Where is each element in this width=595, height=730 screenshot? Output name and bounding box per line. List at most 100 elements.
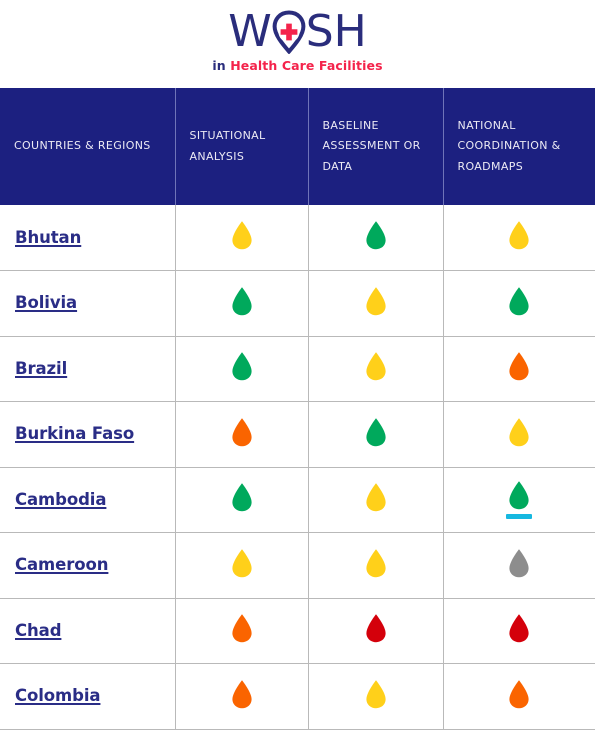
country-link[interactable]: Colombia: [15, 686, 101, 705]
status-cell-baseline-assessment[interactable]: [308, 598, 444, 664]
status-cell-national-coordination[interactable]: [443, 401, 595, 468]
status-indicator: [231, 482, 253, 512]
table-row: Colombia: [0, 663, 595, 730]
status-indicator: [508, 286, 530, 316]
status-cell-situational-analysis[interactable]: [175, 598, 309, 664]
water-droplet-icon: [231, 613, 253, 643]
status-indicator: [508, 548, 530, 578]
logo-tagline-main: Health Care Facilities: [230, 58, 383, 73]
page-root: W SH in Health Care Facilities COUNTRIES…: [0, 0, 595, 730]
status-indicator: [365, 351, 387, 381]
status-cell-national-coordination[interactable]: [443, 270, 595, 337]
table-row: Chad: [0, 598, 595, 664]
country-cell: Cambodia: [0, 467, 176, 533]
country-cell: Bhutan: [0, 205, 176, 271]
country-progress-table: COUNTRIES & REGIONS SITUATIONAL ANALYSIS…: [0, 88, 595, 730]
status-cell-baseline-assessment[interactable]: [308, 467, 444, 533]
table-row: Cambodia: [0, 467, 595, 533]
status-indicator: [231, 417, 253, 447]
water-droplet-icon: [365, 286, 387, 316]
status-indicator: [506, 480, 533, 520]
column-header-baseline-assessment: BASELINE ASSESSMENT OR DATA: [308, 88, 444, 205]
water-droplet-icon: [231, 220, 253, 250]
status-cell-baseline-assessment[interactable]: [308, 270, 444, 337]
table-header-row: COUNTRIES & REGIONS SITUATIONAL ANALYSIS…: [0, 88, 595, 205]
water-droplet-icon: [508, 220, 530, 250]
status-cell-situational-analysis[interactable]: [175, 663, 309, 730]
country-link[interactable]: Brazil: [15, 359, 67, 378]
table-row: Cameroon: [0, 532, 595, 599]
status-indicator: [231, 351, 253, 381]
country-link[interactable]: Burkina Faso: [15, 424, 134, 443]
status-indicator: [231, 548, 253, 578]
status-cell-baseline-assessment[interactable]: [308, 205, 444, 271]
status-cell-national-coordination[interactable]: [443, 467, 595, 533]
status-indicator: [365, 613, 387, 643]
water-droplet-icon: [365, 548, 387, 578]
status-indicator: [231, 220, 253, 250]
country-cell: Colombia: [0, 663, 176, 730]
water-droplet-icon: [508, 417, 530, 447]
logo-letter-w: W: [228, 6, 272, 57]
status-indicator: [508, 351, 530, 381]
table-row: Brazil: [0, 336, 595, 402]
status-cell-situational-analysis[interactable]: [175, 467, 309, 533]
water-droplet-icon: [508, 351, 530, 381]
water-droplet-icon: [231, 679, 253, 709]
status-cell-baseline-assessment[interactable]: [308, 336, 444, 402]
status-cell-situational-analysis[interactable]: [175, 270, 309, 337]
status-cell-national-coordination[interactable]: [443, 336, 595, 402]
country-link[interactable]: Bolivia: [15, 293, 77, 312]
water-droplet-icon: [508, 613, 530, 643]
water-droplet-icon: [508, 548, 530, 578]
table-body: Bhutan Bolivia Brazil Burkina Faso Cambodia C…: [0, 205, 595, 730]
status-cell-baseline-assessment[interactable]: [308, 532, 444, 599]
status-indicator: [365, 417, 387, 447]
water-droplet-icon: [365, 482, 387, 512]
status-indicator: [365, 220, 387, 250]
status-indicator: [231, 613, 253, 643]
status-cell-situational-analysis[interactable]: [175, 205, 309, 271]
site-logo-header: W SH in Health Care Facilities: [0, 0, 595, 88]
status-cell-baseline-assessment[interactable]: [308, 401, 444, 468]
country-link[interactable]: Cambodia: [15, 490, 106, 509]
status-indicator: [231, 286, 253, 316]
water-droplet-icon: [365, 613, 387, 643]
column-header-situational-analysis: SITUATIONAL ANALYSIS: [175, 88, 309, 205]
table-header: COUNTRIES & REGIONS SITUATIONAL ANALYSIS…: [0, 88, 595, 205]
status-indicator: [231, 679, 253, 709]
column-header-national-coordination: NATIONAL COORDINATION & ROADMAPS: [443, 88, 595, 205]
status-cell-situational-analysis[interactable]: [175, 532, 309, 599]
country-cell: Brazil: [0, 336, 176, 402]
status-indicator: [508, 613, 530, 643]
water-droplet-icon: [231, 351, 253, 381]
status-cell-national-coordination[interactable]: [443, 205, 595, 271]
logo-tagline: in Health Care Facilities: [212, 58, 382, 73]
water-droplet-icon: [365, 679, 387, 709]
country-cell: Bolivia: [0, 270, 176, 337]
table-row: Bhutan: [0, 205, 595, 271]
status-indicator: [365, 548, 387, 578]
water-droplet-icon: [231, 286, 253, 316]
country-link[interactable]: Bhutan: [15, 228, 81, 247]
country-link[interactable]: Cameroon: [15, 555, 108, 574]
status-cell-national-coordination[interactable]: [443, 663, 595, 730]
table-row: Burkina Faso: [0, 401, 595, 468]
status-indicator: [508, 679, 530, 709]
country-link[interactable]: Chad: [15, 621, 62, 640]
water-droplet-icon: [231, 482, 253, 512]
water-droplet-icon: [365, 220, 387, 250]
status-cell-national-coordination[interactable]: [443, 532, 595, 599]
status-cell-situational-analysis[interactable]: [175, 401, 309, 468]
status-indicator: [365, 679, 387, 709]
water-droplet-icon: [508, 286, 530, 316]
wash-wordmark: W SH: [228, 9, 367, 55]
status-cell-baseline-assessment[interactable]: [308, 663, 444, 730]
water-droplet-icon: [508, 480, 530, 510]
status-cell-situational-analysis[interactable]: [175, 336, 309, 402]
status-indicator: [508, 220, 530, 250]
water-droplet-icon: [365, 351, 387, 381]
status-indicator: [365, 286, 387, 316]
status-cell-national-coordination[interactable]: [443, 598, 595, 664]
table-row: Bolivia: [0, 270, 595, 337]
